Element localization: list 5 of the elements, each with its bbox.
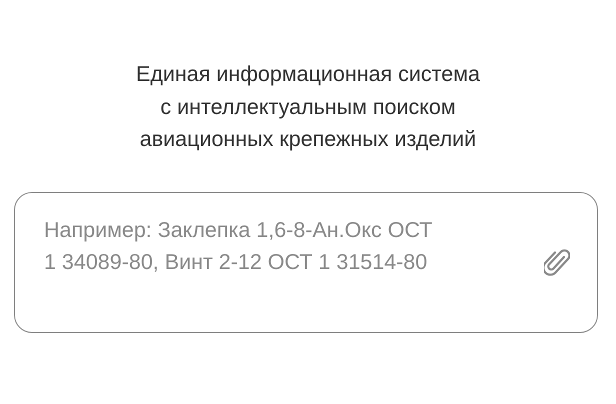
search-field[interactable]: Например: Заклепка 1,6-8-Ан.Окс ОСТ 1 34089-80, Винт 2-12 ОСТ 1 31514-80: [14, 192, 598, 332]
paperclip-icon[interactable]: [544, 248, 570, 278]
heading-line: Единая информационная система: [136, 61, 480, 88]
heading-line: авиационных крепежных изделий: [140, 126, 476, 153]
heading-line: с интеллектуальным поиском: [160, 94, 456, 120]
